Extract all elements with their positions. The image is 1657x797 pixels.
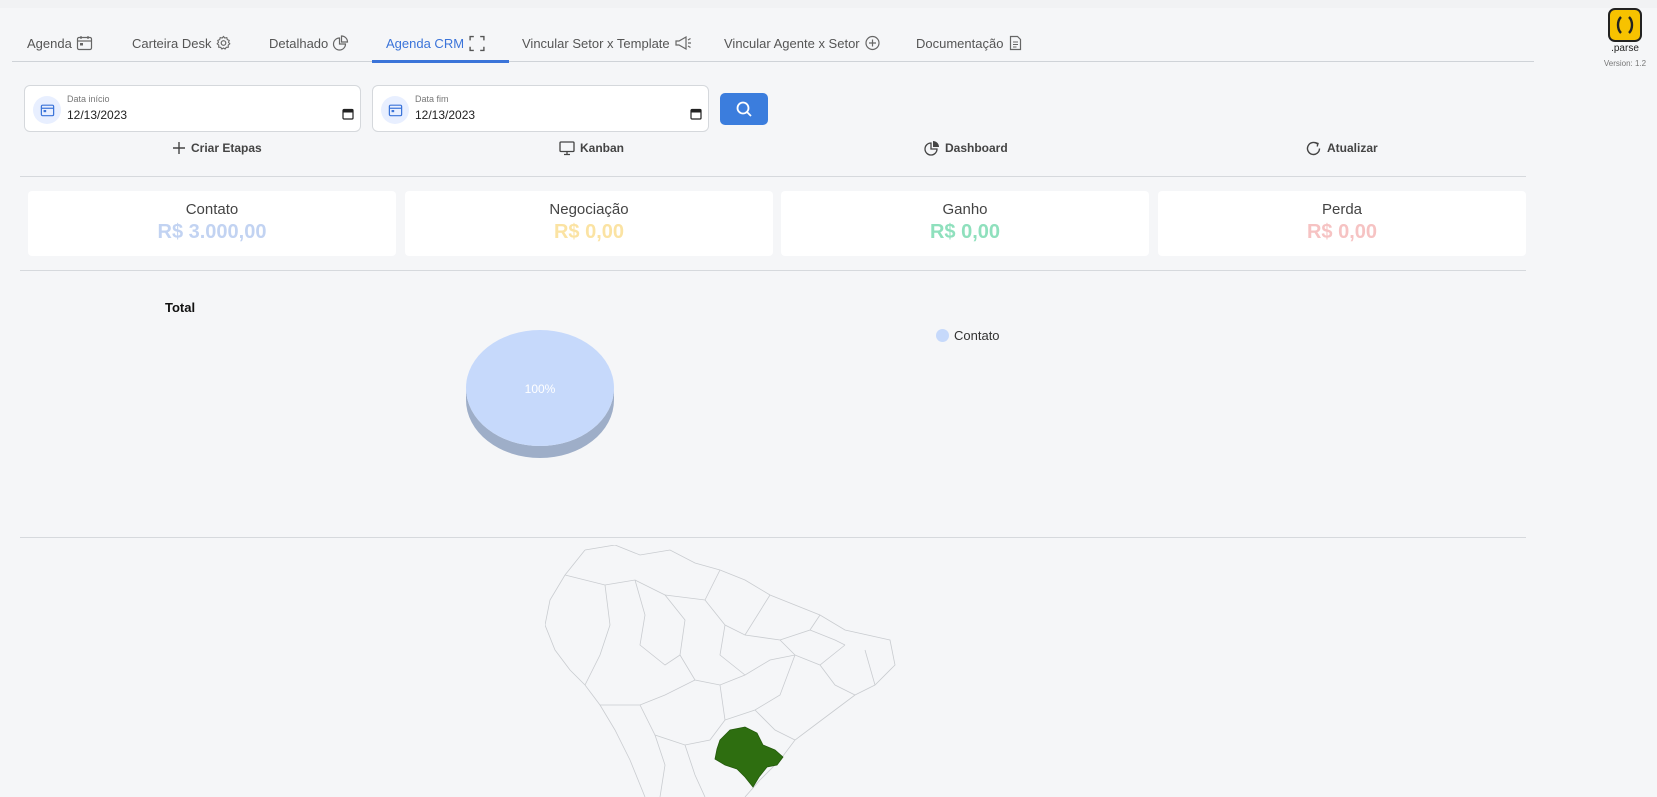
brazil-map[interactable]: [545, 545, 905, 797]
stat-card-amount: R$ 0,00: [1306, 221, 1378, 243]
tab-carteira-desk[interactable]: Carteira Desk: [132, 24, 232, 62]
map-region: [564, 574, 846, 686]
version-label: Version: 1.2: [1603, 59, 1647, 68]
start-date-field[interactable]: Data início 12/13/2023: [24, 85, 361, 132]
action-label: Dashboard: [945, 141, 1008, 155]
tab-bar: Agenda Carteira Desk Detalhado Agenda CR…: [12, 20, 1534, 63]
end-date-label: Data fim: [415, 94, 449, 104]
kanban-button[interactable]: Kanban: [559, 138, 624, 158]
pie-chart-icon: [333, 35, 349, 51]
search-icon: [736, 101, 752, 117]
map-region: [819, 664, 856, 696]
map-region: [545, 549, 646, 797]
parse-logo-icon: [1608, 8, 1642, 42]
map-region: [639, 684, 726, 746]
chart-legend[interactable]: Contato: [936, 328, 1000, 343]
stat-card-negociacao: Negociação R$ 0,00: [405, 191, 773, 256]
stat-card-title: Ganho: [942, 201, 988, 218]
stat-card-perda: Perda R$ 0,00: [1158, 191, 1526, 256]
map-region-sao-paulo: [714, 726, 784, 788]
start-date-input[interactable]: 12/13/2023: [67, 108, 127, 122]
tab-label: Detalhado: [269, 35, 329, 51]
tab-label: Vincular Setor x Template: [522, 35, 670, 51]
stat-card-ganho: Ganho R$ 0,00: [781, 191, 1149, 256]
tab-label: Agenda: [27, 35, 72, 51]
stat-card-title: Negociação: [549, 201, 629, 218]
stat-card-amount: R$ 0,00: [553, 221, 625, 243]
date-picker-icon[interactable]: [690, 108, 702, 120]
refresh-button[interactable]: Atualizar: [1305, 138, 1378, 158]
divider: [20, 537, 1526, 538]
gear-icon: [216, 35, 232, 50]
calendar-icon: [76, 36, 92, 51]
divider: [20, 176, 1526, 177]
end-date-input[interactable]: 12/13/2023: [415, 108, 475, 122]
tab-agenda[interactable]: Agenda: [27, 24, 93, 62]
create-stages-button[interactable]: Criar Etapas: [172, 138, 262, 158]
action-label: Atualizar: [1327, 141, 1378, 155]
tab-vincular-agente-setor[interactable]: Vincular Agente x Setor: [724, 24, 881, 62]
map-region: [754, 709, 796, 741]
tab-detalhado[interactable]: Detalhado: [269, 24, 349, 62]
map-region: [664, 569, 721, 601]
map-region: [809, 629, 846, 646]
date-picker-icon[interactable]: [342, 108, 354, 120]
map-region: [779, 614, 821, 641]
plus-circle-icon: [865, 35, 880, 51]
pie-chart-icon: [924, 141, 939, 156]
map-region: [600, 679, 696, 706]
map-region: [719, 624, 746, 676]
pie-chart: 100%: [466, 330, 614, 458]
tab-label: Vincular Agente x Setor: [724, 35, 860, 51]
tab-documentacao[interactable]: Documentação: [916, 24, 1024, 62]
search-button[interactable]: [720, 93, 768, 125]
map-region: [634, 579, 681, 666]
action-label: Kanban: [580, 141, 625, 155]
tab-label: Documentação: [916, 35, 1004, 51]
document-icon: [1010, 35, 1022, 51]
brand-name: .parse: [1611, 43, 1639, 54]
pie-data-label: 100%: [525, 382, 556, 396]
tab-label: Carteira Desk: [132, 35, 212, 51]
map-region: [704, 594, 771, 636]
map-region: [684, 744, 706, 797]
legend-swatch: [936, 329, 949, 342]
plus-icon: [173, 142, 185, 154]
map-region: [744, 634, 796, 656]
end-date-field[interactable]: Data fim 12/13/2023: [372, 85, 709, 132]
legend-label: Contato: [954, 328, 1000, 343]
megaphone-icon: [675, 35, 691, 51]
calendar-icon: [33, 96, 61, 124]
calendar-icon: [381, 96, 409, 124]
stat-card-contato: Contato R$ 3.000,00: [28, 191, 396, 256]
stat-card-amount: R$ 0,00: [929, 221, 1001, 243]
action-label: Criar Etapas: [191, 141, 262, 155]
refresh-icon: [1306, 141, 1321, 155]
tab-label: Agenda CRM: [386, 35, 465, 51]
map-region: [864, 649, 876, 686]
tab-vincular-setor-template[interactable]: Vincular Setor x Template: [522, 24, 692, 62]
dashboard-button[interactable]: Dashboard: [924, 138, 1008, 158]
tab-agenda-crm[interactable]: Agenda CRM: [372, 24, 509, 63]
monitor-icon: [559, 140, 575, 155]
divider: [20, 270, 1526, 271]
chart-title: Total: [165, 300, 196, 315]
map-region: [724, 654, 796, 721]
map-region: [584, 584, 611, 686]
stat-card-title: Perda: [1321, 201, 1363, 218]
brand: .parse Version: 1.2: [1599, 8, 1651, 68]
expand-icon: [469, 35, 485, 51]
start-date-label: Data início: [67, 94, 110, 104]
stat-card-title: Contato: [185, 201, 239, 218]
map-region: [654, 734, 666, 797]
top-strip: [0, 0, 1657, 8]
stat-card-amount: R$ 3.000,00: [157, 221, 267, 243]
